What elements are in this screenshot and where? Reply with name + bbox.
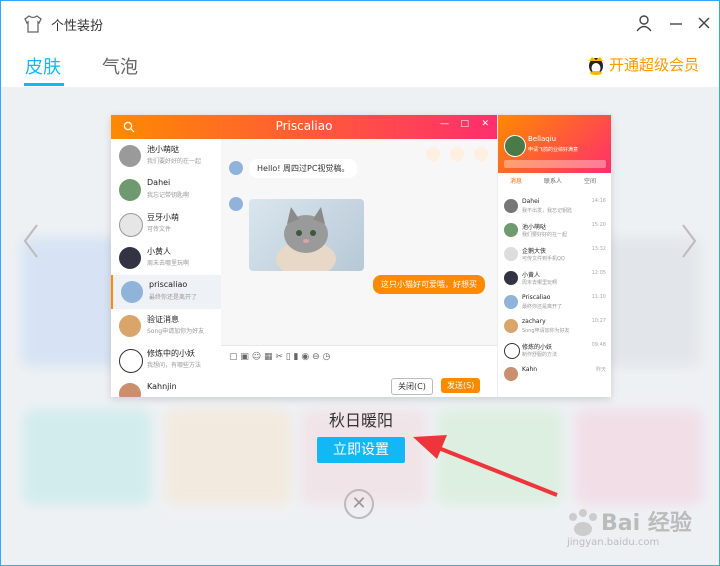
qq-penguin-icon: [588, 56, 603, 75]
toolbar-icons: ▢ ▣ ☺ ▦ ✂ ▯ ▮ ◉ ⊖ ◷: [229, 352, 331, 362]
avatar: [121, 281, 143, 303]
avatar: [229, 197, 243, 211]
avatar: [119, 213, 143, 237]
list-item: zachary Song申请加你为好友 10:27: [498, 315, 611, 339]
theme-name: 秋日暖阳: [328, 411, 393, 430]
next-arrow-icon[interactable]: [679, 221, 699, 271]
list-item: 修炼中的小妖 我想问，有哪些方法: [111, 343, 221, 377]
avatar: [229, 161, 243, 175]
watermark-text: Bai 经验: [601, 511, 692, 536]
preview-search-box: [504, 160, 606, 168]
list-item: priscaliao 最终你还是离开了: [111, 275, 223, 309]
close-icon[interactable]: [695, 14, 713, 32]
preview-signature: 申请飞鸽的业绩好满意: [528, 147, 579, 153]
sticker-icon: [426, 147, 440, 161]
list-item: 池小萌哒 我们要好好的在一起: [111, 139, 221, 173]
avatar: [119, 247, 141, 269]
chat-bubble-in: Hello! 周四过PC视觉稿。: [249, 159, 358, 178]
window-title: 个性装扮: [51, 19, 104, 34]
list-item: Dahei 我不出发，我忘记钥匙 14:16: [498, 195, 611, 219]
tab-skin[interactable]: 皮肤: [25, 53, 61, 79]
avatar: [119, 349, 143, 373]
tab-bar: 皮肤 气泡 开通超级会员: [1, 43, 719, 88]
apply-skin-button[interactable]: 立即设置: [317, 437, 405, 463]
list-item: Priscaliao 最终你还是离开了 11:10: [498, 291, 611, 315]
preview-contact-list: 池小萌哒 我们要好好的在一起 Dahei 我忘记带钥匙啊 豆牙小萌 可传文件 小…: [111, 139, 223, 397]
preview-chat-header: Priscaliao — □ ✕: [111, 115, 497, 139]
close-preview-icon[interactable]: ✕: [344, 489, 374, 519]
preview-main-panel: Bellaqiu 申请飞鸽的业绩好满意 消息 联系人 空间 Dahei 我不出发，…: [497, 115, 611, 397]
preview-username: Bellaqiu: [528, 135, 557, 143]
list-item: Kahnjin: [111, 377, 221, 397]
list-item: 池小萌哒 我们要好好的在一起 15:20: [498, 219, 611, 243]
list-item: 小黄人 周末去哪里玩啊: [111, 241, 221, 275]
preview-close-icon: ✕: [481, 119, 489, 129]
preview-chat-area: Hello! 周四过PC视觉稿。 这只小猫好可爱哦，好想买 ▢ ▣ ☺ ▦ ✂ …: [221, 139, 497, 397]
minimize-icon[interactable]: [667, 14, 685, 32]
skin-preview: Priscaliao — □ ✕ 池小萌哒 我们要好好的在一起 Dahei 我忘…: [111, 115, 611, 397]
avatar: [119, 383, 141, 397]
avatar: [504, 135, 526, 157]
list-item: 验证消息 Song申请加你为好友: [111, 309, 221, 343]
account-icon[interactable]: [635, 14, 653, 32]
avatar: [119, 315, 141, 337]
preview-input-area: ▢ ▣ ☺ ▦ ✂ ▯ ▮ ◉ ⊖ ◷ 关闭(C) 发送(S): [221, 345, 497, 397]
skin-window: 个性装扮 皮肤 气泡 开通超级会员 Priscaliao — □ ✕ 池小萌哒 …: [0, 0, 720, 566]
vip-label: 开通超级会员: [608, 56, 699, 74]
tab-bubble[interactable]: 气泡: [102, 53, 138, 79]
list-item: 小黄人 周末去哪里玩啊 12:05: [498, 267, 611, 291]
preview-min-icon: —: [440, 119, 449, 129]
active-tab-indicator: [24, 83, 64, 86]
list-item: Dahei 我忘记带钥匙啊: [111, 173, 221, 207]
list-item: 豆牙小萌 可传文件: [111, 207, 221, 241]
chat-bubble-out: 这只小猫好可爱哦，好想买: [373, 275, 485, 294]
list-item: 修炼的小妖 制作舒服的方法 09:48: [498, 339, 611, 363]
titlebar: 个性装扮: [1, 1, 719, 43]
prev-arrow-icon[interactable]: [21, 221, 41, 271]
vip-button[interactable]: 开通超级会员: [587, 54, 699, 75]
preview-panel-tabs: 消息 联系人 空间: [510, 178, 597, 185]
tshirt-icon: [24, 15, 42, 33]
list-item: Kahn 昨天: [498, 363, 611, 387]
phone-icon: [450, 147, 464, 161]
preview-close-button: 关闭(C): [391, 378, 433, 395]
preview-profile-header: Bellaqiu 申请飞鸽的业绩好满意: [498, 115, 611, 173]
watermark-url: jingyan.baidu.com: [567, 537, 660, 548]
list-item: 企鹅大侠 可传文件到手机QQ 13:32: [498, 243, 611, 267]
avatar: [119, 145, 141, 167]
avatar: [119, 179, 141, 201]
preview-max-icon: □: [460, 119, 469, 129]
more-icon: [474, 147, 488, 161]
preview-send-button: 发送(S): [441, 378, 481, 393]
cat-photo: [249, 199, 364, 271]
